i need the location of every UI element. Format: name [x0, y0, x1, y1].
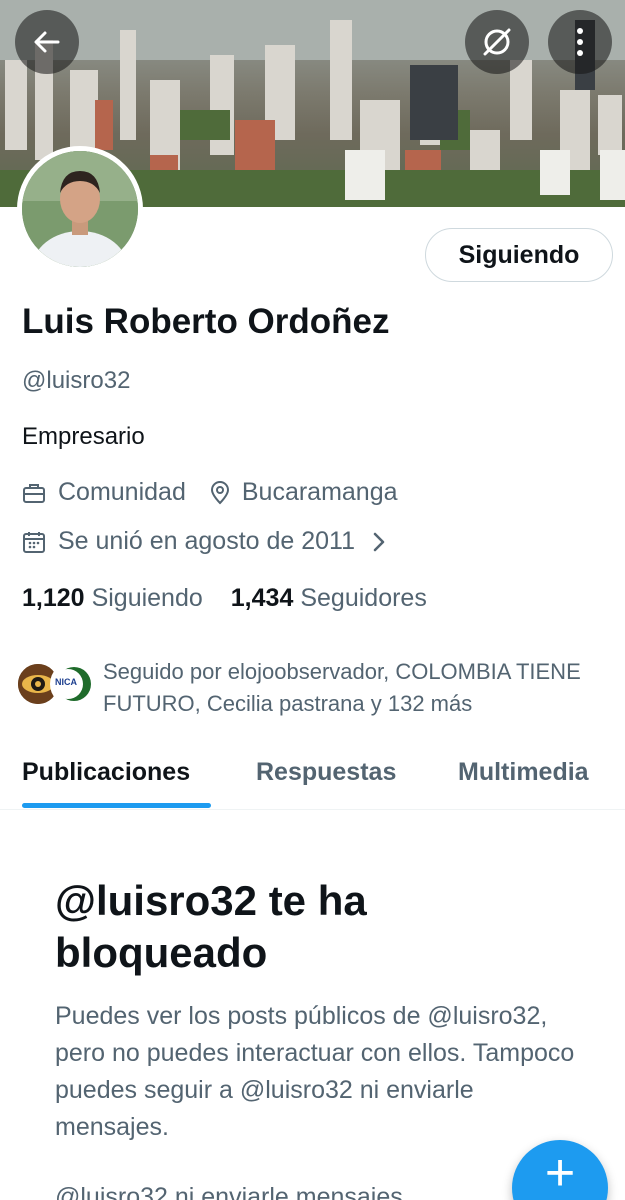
tab-respuestas[interactable]: Respuestas: [256, 758, 396, 787]
known-followers-text: Seguido por elojoobservador, COLOMBIA TI…: [103, 659, 581, 716]
following-stat[interactable]: 1,120 Siguiendo: [22, 584, 203, 613]
compose-fab-button[interactable]: +: [512, 1140, 608, 1200]
location-pin-icon: [210, 480, 229, 504]
grok-button[interactable]: [465, 10, 529, 74]
known-followers[interactable]: NICA Seguido por elojoobservador, COLOMB…: [16, 656, 616, 716]
active-tab-indicator: [22, 803, 211, 808]
followers-count: 1,434: [230, 584, 294, 612]
grok-icon: [483, 28, 511, 56]
followers-stat[interactable]: 1,434 Seguidores: [231, 584, 427, 613]
known-follower-avatar: NICA: [50, 662, 94, 706]
blocked-description: Puedes ver los posts públicos de @luisro…: [55, 1002, 575, 1141]
plus-icon: +: [544, 1144, 576, 1200]
back-button[interactable]: [15, 10, 79, 74]
chevron-right-icon: [373, 532, 385, 551]
profile-avatar[interactable]: [17, 146, 143, 272]
profile-category: Comunidad: [58, 478, 186, 506]
blocked-repeated-text: @luisro32 ni enviarle mensajes: [55, 1183, 403, 1200]
profile-stats: 1,120 Siguiendo 1,434 Seguidores: [22, 584, 427, 613]
profile-handle: @luisro32: [22, 367, 131, 394]
tab-publicaciones[interactable]: Publicaciones: [22, 758, 190, 787]
following-button[interactable]: Siguiendo: [425, 228, 613, 282]
tab-multimedia[interactable]: Multimedia: [458, 758, 589, 787]
known-follower-avatar-text: NICA: [55, 677, 77, 687]
following-label: Siguiendo: [91, 584, 203, 612]
profile-joined: Se unió en agosto de 2011: [58, 527, 356, 555]
profile-tabs: Publicaciones Respuestas Multimedia: [0, 748, 625, 810]
followers-label: Seguidores: [300, 584, 427, 612]
more-options-button[interactable]: [548, 10, 612, 74]
profile-bio: Empresario: [22, 423, 145, 450]
profile-joined-row[interactable]: Se unió en agosto de 2011: [22, 527, 389, 556]
profile-meta-row: Comunidad Bucaramanga: [22, 478, 398, 507]
back-arrow-icon: [34, 31, 60, 53]
more-vertical-icon: [577, 28, 583, 56]
profile-location: Bucaramanga: [241, 478, 398, 506]
avatar-photo: [22, 151, 138, 267]
blocked-title: @luisro32 te ha bloqueado: [55, 877, 367, 976]
profile-name: Luis Roberto Ordoñez: [22, 302, 390, 341]
briefcase-icon: [23, 483, 45, 503]
following-count: 1,120: [22, 584, 85, 612]
calendar-icon: [23, 531, 45, 553]
